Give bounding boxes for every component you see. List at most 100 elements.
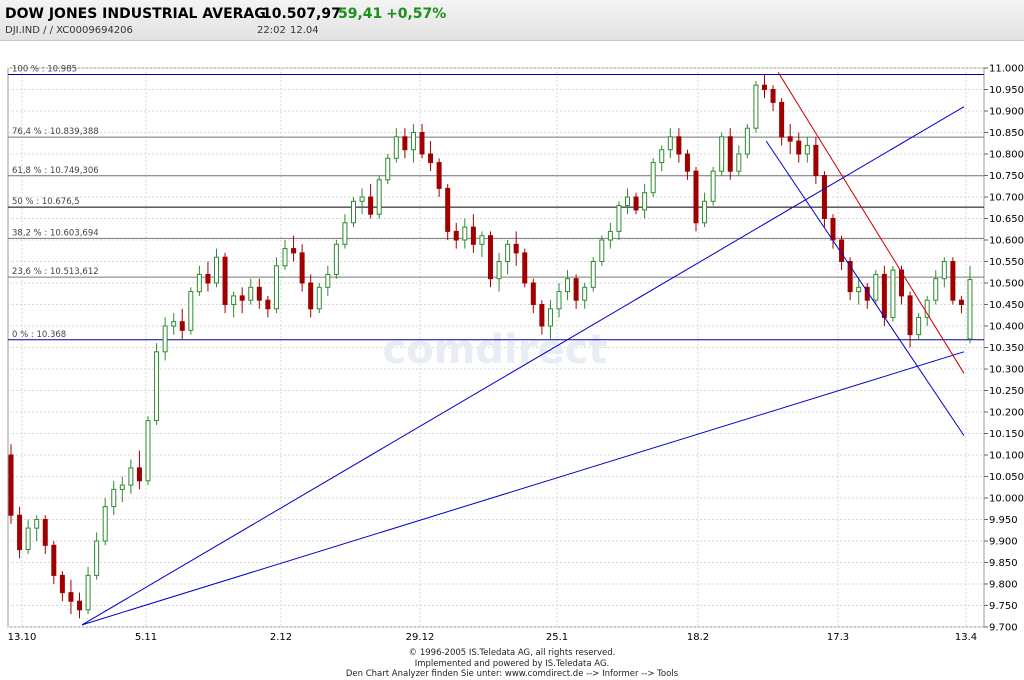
candle-up	[248, 286, 254, 301]
y-tick-label: 10.100	[989, 451, 1024, 462]
candle-down	[727, 136, 733, 172]
candle-down	[239, 295, 245, 301]
y-tick-label: 10.150	[989, 429, 1024, 440]
candle-up	[171, 321, 177, 327]
x-tick-label: 13.10	[8, 632, 37, 643]
candle-down	[958, 299, 964, 306]
x-tick-label: 2.12	[270, 632, 292, 643]
candle-down	[179, 321, 185, 331]
y-tick-label: 10.500	[989, 279, 1024, 290]
y-tick-label: 10.800	[989, 150, 1024, 161]
candle-down	[470, 226, 476, 245]
price-change-percent: +0,57%	[386, 6, 447, 22]
y-tick-label: 10.950	[989, 85, 1024, 96]
candle-down	[291, 248, 297, 254]
candle-down	[907, 295, 913, 336]
candle-up	[941, 261, 947, 280]
last-price: 10.507,97	[262, 6, 341, 22]
candle-up	[119, 484, 125, 490]
y-tick-label: 10.550	[989, 257, 1024, 268]
candle-up	[702, 200, 708, 224]
quote-header: DOW JONES INDUSTRIAL AVERAG 10.507,97 59…	[0, 0, 1024, 41]
candle-down	[428, 153, 434, 164]
candle-down	[881, 273, 887, 318]
candle-up	[753, 84, 759, 129]
instrument-name: DOW JONES INDUSTRIAL AVERAG	[5, 6, 266, 22]
candle-down	[770, 89, 776, 103]
chart-analyzer-link-line[interactable]: Den Chart Analyzer finden Sie unter: www…	[0, 669, 1024, 680]
candle-up	[659, 149, 665, 164]
candle-up	[890, 269, 896, 318]
candle-down	[8, 454, 14, 516]
y-tick-label: 10.750	[989, 171, 1024, 182]
candle-up	[154, 351, 160, 422]
candle-up	[325, 273, 331, 288]
candle-down	[368, 196, 374, 215]
candle-up	[650, 162, 656, 194]
candle-up	[505, 243, 511, 263]
y-tick-label: 10.650	[989, 214, 1024, 225]
candle-up	[642, 192, 648, 211]
candle-up	[924, 299, 930, 318]
candle-up	[565, 278, 571, 293]
candle-up	[719, 136, 725, 172]
candle-up	[25, 527, 31, 551]
candle-up	[873, 273, 879, 301]
candle-up	[462, 226, 468, 241]
candle-up	[582, 286, 588, 301]
candlestick-chart: 13.10 5.11 2.12 29.12 25.1 18.2 17.3 13.4 11.000…	[7, 64, 1024, 643]
candle-down	[573, 278, 579, 301]
y-tick-label: 9.700	[989, 623, 1018, 634]
y-tick-label: 10.900	[989, 107, 1024, 118]
y-tick-label: 9.850	[989, 558, 1018, 569]
candle-down	[693, 170, 699, 224]
candle-up	[856, 286, 862, 293]
candle-down	[513, 243, 519, 254]
candle-down	[522, 252, 528, 284]
candle-up	[273, 265, 279, 310]
x-tick-label: 13.4	[955, 632, 977, 643]
y-tick-label: 10.400	[989, 322, 1024, 333]
x-tick-label: 25.1	[546, 632, 568, 643]
candle-up	[34, 519, 40, 529]
candle-up	[967, 279, 973, 340]
candle-down	[488, 235, 493, 280]
y-tick-label: 10.450	[989, 300, 1024, 311]
y-tick-label: 11.000	[989, 64, 1024, 75]
y-tick-label: 9.750	[989, 601, 1018, 612]
candle-up	[145, 420, 151, 482]
price-change: 59,41	[338, 6, 383, 22]
candle-up	[556, 291, 562, 310]
candle-up	[393, 136, 399, 159]
candle-up	[128, 467, 134, 486]
fibonacci-level-label: 0 % : 10.368	[12, 330, 66, 340]
candle-up	[590, 261, 596, 288]
fibonacci-level-label: 23,6 % : 10.513,612	[12, 267, 99, 277]
candle-up	[933, 278, 939, 301]
powered-by-line: Implemented and powered by IS.Teledata A…	[414, 658, 610, 669]
candle-up	[625, 196, 630, 207]
candle-down	[222, 256, 228, 305]
candle-up	[385, 157, 391, 181]
candle-down	[308, 282, 314, 310]
candle-down	[453, 230, 459, 241]
fibonacci-level-label: 100 % : 10.985	[12, 64, 77, 74]
candle-up	[342, 222, 348, 245]
candle-down	[787, 136, 793, 142]
candle-up	[316, 286, 322, 310]
candle-down	[830, 218, 836, 241]
candle-down	[419, 132, 425, 155]
candle-up	[547, 308, 553, 327]
candle-down	[676, 136, 682, 155]
candle-down	[51, 544, 57, 576]
candle-up	[333, 243, 339, 275]
candle-down	[796, 140, 802, 155]
x-tick-label: 18.2	[687, 632, 709, 643]
copyright-line: © 1996-2005 IS.Teledata AG, all rights r…	[408, 648, 616, 658]
y-tick-label: 10.300	[989, 365, 1024, 376]
candle-down	[42, 519, 48, 546]
candle-down	[436, 162, 442, 189]
candle-up	[214, 256, 219, 284]
candle-up	[188, 291, 194, 331]
candle-down	[59, 574, 65, 594]
